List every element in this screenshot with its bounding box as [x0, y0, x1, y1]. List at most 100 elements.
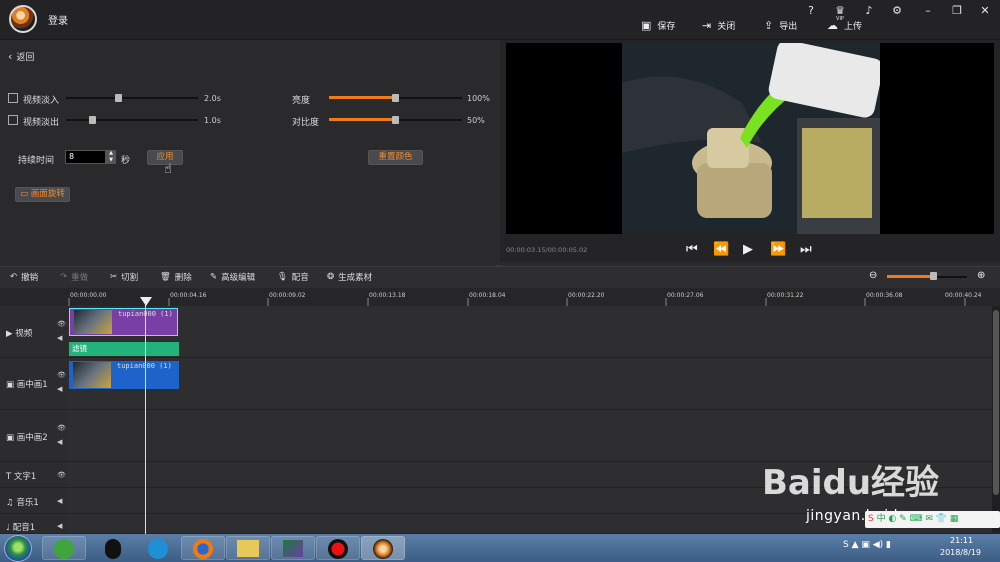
zoom-out-icon[interactable]: ⊖	[869, 270, 877, 281]
bell-icon[interactable]: ♪	[861, 4, 877, 18]
duration-stepper[interactable]: ▲ ▼	[106, 150, 116, 164]
generate-icon: ❂	[327, 272, 335, 282]
playhead[interactable]	[145, 298, 146, 534]
minimize-icon[interactable]: –	[920, 4, 936, 18]
track-label: 视频	[15, 329, 33, 339]
fade-in-slider[interactable]	[66, 97, 198, 99]
fade-in-checkbox[interactable]	[8, 93, 18, 103]
dub-label: 配音	[291, 273, 309, 283]
ime-toolbar[interactable]: S 中 ◐ ✎ ⌨ ✉ 👕 ▦	[865, 511, 1000, 528]
fade-out-knob[interactable]	[89, 116, 96, 124]
eye-icon[interactable]: 👁	[57, 424, 66, 432]
video-clip[interactable]: tupian000 (1)	[69, 308, 178, 336]
reset-color-button[interactable]: 重置颜色	[368, 150, 423, 165]
playhead-marker[interactable]	[140, 297, 152, 306]
taskbar-app-explorer[interactable]	[226, 536, 270, 560]
upload-label: 上传	[844, 21, 863, 32]
preview-frame	[622, 43, 880, 234]
undo-button[interactable]: ↶ 撤销	[10, 270, 38, 284]
trash-icon: 🗑	[160, 272, 171, 282]
timeline-ruler[interactable]	[68, 288, 1000, 306]
taskbar-app-editor[interactable]	[271, 536, 315, 560]
ruler-label: 00:00:31.22	[767, 292, 804, 299]
delete-button[interactable]: 🗑 删除	[160, 270, 192, 284]
fade-out-checkbox[interactable]	[8, 115, 18, 125]
zoom-in-icon[interactable]: ⊕	[977, 270, 985, 281]
back-button[interactable]: ‹ 返回	[8, 50, 34, 63]
track-video[interactable]	[68, 306, 992, 358]
clock-time[interactable]: 21:11	[950, 536, 973, 545]
ruler-label: 00:00:22.20	[568, 292, 605, 299]
taskbar-app-360[interactable]	[42, 536, 86, 560]
generate-button[interactable]: ❂ 生成素材	[327, 270, 372, 284]
track-label: 文字1	[13, 472, 37, 482]
ruler-label: 00:00:04.16	[170, 292, 207, 299]
export-button[interactable]: ⇪ 导出	[764, 17, 797, 33]
pencil-icon: ✎	[210, 272, 218, 282]
fade-out-value: 1.0s	[204, 116, 221, 125]
contrast-knob[interactable]	[392, 116, 399, 124]
cut-button[interactable]: ✂ 切割	[110, 270, 138, 284]
zoom-fill	[887, 275, 933, 278]
rotate-button[interactable]: ▭ 画面旋转	[15, 187, 70, 202]
track-pip1[interactable]	[68, 358, 992, 410]
clock-date[interactable]: 2018/8/19	[940, 548, 981, 557]
video-track-icon: ▶	[6, 329, 13, 339]
taskbar-app-media[interactable]	[136, 536, 180, 560]
generate-label: 生成素材	[338, 273, 373, 283]
eye-icon[interactable]: 👁	[57, 371, 66, 379]
duration-input[interactable]: 8	[65, 150, 106, 164]
speaker-icon[interactable]: ◀	[57, 497, 62, 505]
dub-button[interactable]: 🎙 配音	[277, 270, 309, 284]
ruler-label: 00:00:13.18	[369, 292, 406, 299]
skip-start-icon[interactable]: ⏮	[686, 242, 698, 257]
delete-label: 删除	[174, 273, 192, 283]
login-link[interactable]: 登录	[48, 12, 68, 27]
taskbar-app-qq[interactable]	[91, 536, 135, 560]
help-icon[interactable]: ?	[803, 4, 819, 18]
brightness-fill	[329, 96, 395, 99]
start-button[interactable]	[4, 535, 32, 562]
maximize-icon[interactable]: ❐	[949, 4, 965, 18]
pip-track-icon: ▣	[6, 380, 15, 390]
scrollbar-thumb[interactable]	[993, 310, 999, 495]
speaker-icon[interactable]: ◀	[57, 438, 62, 446]
taskbar-app-recorder[interactable]	[316, 536, 360, 560]
duration-label: 持续时间	[18, 156, 55, 166]
tray-icons[interactable]: S ▲ ▣ ◀) ▮	[843, 540, 891, 550]
taskbar-app-video-editor[interactable]	[361, 536, 405, 560]
brightness-knob[interactable]	[392, 94, 399, 102]
vip-icon[interactable]: ♛ VIP	[830, 4, 850, 22]
zoom-knob[interactable]	[930, 272, 937, 280]
upload-button[interactable]: ☁ 上传	[827, 17, 862, 33]
back-label: 返回	[16, 53, 35, 63]
close-button[interactable]: ⇥ 关闭	[702, 17, 735, 33]
redo-label: 重做	[71, 273, 89, 283]
close-window-icon[interactable]: ✕	[977, 4, 993, 18]
play-icon[interactable]: ▶	[743, 242, 753, 257]
taskbar-app-firefox[interactable]	[181, 536, 225, 560]
fade-in-knob[interactable]	[115, 94, 122, 102]
filter-clip[interactable]: 滤镜	[69, 342, 179, 356]
cut-label: 切割	[121, 273, 139, 283]
redo-button[interactable]: ↷ 重做	[60, 270, 88, 284]
ruler-ticks	[68, 298, 966, 306]
save-button[interactable]: ▣ 保存	[641, 17, 675, 33]
text-track-icon: T	[6, 472, 12, 482]
step-back-icon[interactable]: ⏪	[713, 242, 729, 257]
fade-out-slider[interactable]	[66, 119, 198, 121]
advanced-edit-button[interactable]: ✎ 高级编辑	[210, 270, 255, 284]
speaker-icon[interactable]: ◀	[57, 522, 62, 530]
eye-icon[interactable]: 👁	[57, 471, 66, 479]
music-track-icon: ♫	[6, 498, 14, 508]
step-forward-icon[interactable]: ⏩	[770, 242, 786, 257]
speaker-icon[interactable]: ◀	[57, 334, 62, 342]
skip-end-icon[interactable]: ⏭	[800, 242, 812, 257]
eye-icon[interactable]: 👁	[57, 320, 66, 328]
media-icon	[148, 539, 168, 559]
ruler-label: 00:00:18.04	[469, 292, 506, 299]
settings-icon[interactable]: ⚙	[889, 4, 905, 18]
speaker-icon[interactable]: ◀	[57, 385, 62, 393]
pip-clip[interactable]: tupian000 (1)	[69, 361, 179, 389]
qq-icon	[105, 539, 121, 559]
